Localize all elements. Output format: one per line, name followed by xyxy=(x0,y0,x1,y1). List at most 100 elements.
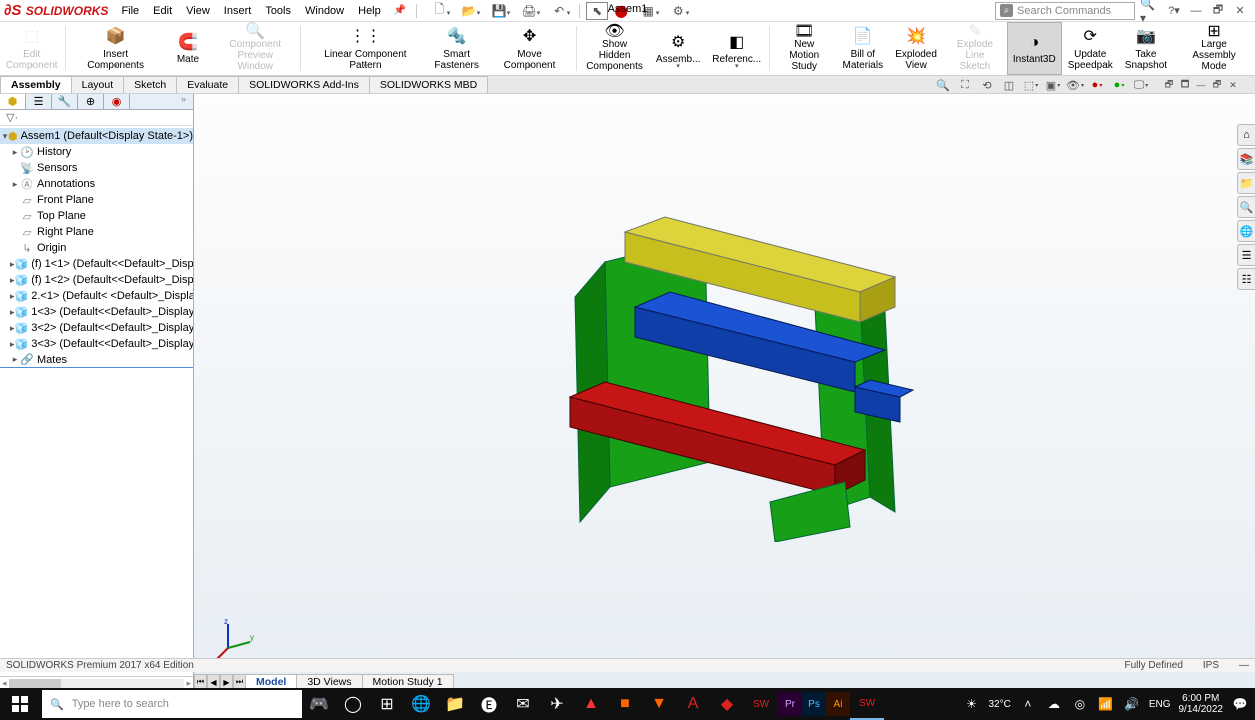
search-input[interactable]: 🔍 Type here to search xyxy=(42,690,302,718)
qt-print-icon[interactable]: 🖨 xyxy=(515,2,543,20)
tray-notifications-icon[interactable]: 💬 xyxy=(1231,697,1249,711)
tb-office-icon[interactable]: ■ xyxy=(608,688,642,720)
ribbon-large-assembly-mode[interactable]: ⊞Large AssemblyMode xyxy=(1173,22,1255,75)
tb-mail-icon[interactable]: ✉ xyxy=(506,688,540,720)
tree-item[interactable]: ▸🔗Mates xyxy=(0,352,193,368)
child-restore-icon[interactable]: 🗗 xyxy=(1161,77,1177,93)
tree-item[interactable]: 📡Sensors xyxy=(0,160,193,176)
child-min-icon[interactable]: — xyxy=(1193,77,1209,93)
tb-autocad-icon[interactable]: A xyxy=(676,688,710,720)
tray-clock[interactable]: 6:00 PM 9/14/2022 xyxy=(1179,693,1224,715)
ribbon-instant3d[interactable]: ◑Instant3D xyxy=(1007,22,1062,75)
cm-tab-layout[interactable]: Layout xyxy=(71,76,125,93)
child-max-icon[interactable]: 🗖 xyxy=(1177,77,1193,93)
tb-premiere-icon[interactable]: Pr xyxy=(778,692,802,716)
ribbon-referenc-[interactable]: ◧Referenc... xyxy=(706,22,767,75)
tb-sketchup-icon[interactable]: ◆ xyxy=(710,688,744,720)
cm-tab-assembly[interactable]: Assembly xyxy=(0,76,72,93)
qt-new-icon[interactable]: 🗋 xyxy=(425,2,453,20)
tp-appearances-icon[interactable]: ☰ xyxy=(1237,244,1255,266)
tb-games-icon[interactable]: 🎮 xyxy=(302,688,336,720)
menu-file[interactable]: File xyxy=(114,3,146,19)
tree-item[interactable]: ▸🧊(f) 1<2> (Default<<Default>_Display xyxy=(0,272,193,288)
tree-item[interactable]: ▸🧊2.<1> (Default< <Default>_Display S xyxy=(0,288,193,304)
tray-up-icon[interactable]: ˄ xyxy=(1019,697,1037,711)
qt-save-icon[interactable]: 💾 xyxy=(485,2,513,20)
cm-tab-sketch[interactable]: Sketch xyxy=(123,76,177,93)
hu-scene-icon[interactable]: ● xyxy=(1109,77,1129,93)
ribbon-update-speedpak[interactable]: ⟳UpdateSpeedpak xyxy=(1062,22,1119,75)
menu-view[interactable]: View xyxy=(179,3,217,19)
tree-item[interactable]: ▱Top Plane xyxy=(0,208,193,224)
tree-item[interactable]: ▸🧊3<2> (Default<<Default>_Display St xyxy=(0,320,193,336)
tree-tab-dim[interactable]: ⊕ xyxy=(78,94,104,109)
hu-display-style-icon[interactable]: ▣ xyxy=(1043,77,1063,93)
menu-edit[interactable]: Edit xyxy=(146,3,179,19)
tp-custom-props-icon[interactable]: ☷ xyxy=(1237,268,1255,290)
tray-lang[interactable]: ENG xyxy=(1149,699,1171,710)
tray-weather-icon[interactable]: ☀ xyxy=(962,697,980,711)
search-flyout-icon[interactable]: 🔍▾ xyxy=(1139,2,1161,20)
cm-tab-solidworks-add-ins[interactable]: SOLIDWORKS Add-Ins xyxy=(238,76,370,93)
ribbon-linear-component-pattern[interactable]: ⋮⋮Linear Component Pattern xyxy=(302,22,428,75)
hu-view-settings-icon[interactable]: 🖵 xyxy=(1131,77,1151,93)
tree-item[interactable]: ↳Origin xyxy=(0,240,193,256)
graphics-viewport[interactable]: z y x ⏮ ◀ ▶ ⏭ Model3D ViewsMotion Study … xyxy=(194,94,1255,690)
tree-item[interactable]: ▸ⒶAnnotations xyxy=(0,176,193,192)
hu-hide-show-icon[interactable]: 👁 xyxy=(1065,77,1085,93)
ribbon-smart-fasteners[interactable]: 🔩SmartFasteners xyxy=(428,22,484,75)
tree-filter-icon[interactable]: ▽· xyxy=(0,110,193,126)
menu-insert[interactable]: Insert xyxy=(217,3,259,19)
hu-zoom-area-icon[interactable]: ⛶ xyxy=(955,77,975,93)
tb-telegram-icon[interactable]: ✈ xyxy=(540,688,574,720)
ribbon-bill-of-materials[interactable]: 📄Bill ofMaterials xyxy=(836,22,889,75)
ribbon-new-motion-study[interactable]: 🎞New MotionStudy xyxy=(772,22,836,75)
tree-item[interactable]: ▱Front Plane xyxy=(0,192,193,208)
hu-prev-view-icon[interactable]: ⟲ xyxy=(977,77,997,93)
tb-acrobat-icon[interactable]: ▲ xyxy=(574,688,608,720)
close-button[interactable]: ✕ xyxy=(1231,3,1249,19)
cm-tab-evaluate[interactable]: Evaluate xyxy=(176,76,239,93)
tb-vlc-icon[interactable]: ▼ xyxy=(642,688,676,720)
tray-onedrive-icon[interactable]: ☁ xyxy=(1045,697,1063,711)
search-commands-input[interactable]: ⌕ Search Commands xyxy=(995,2,1135,20)
tp-home-icon[interactable]: ⌂ xyxy=(1237,124,1255,146)
tree-item[interactable]: ▸🧊3<3> (Default<<Default>_Display St xyxy=(0,336,193,352)
hu-view-orient-icon[interactable]: ⬚ xyxy=(1021,77,1041,93)
child-close-icon[interactable]: ✕ xyxy=(1225,77,1241,93)
ribbon-mate[interactable]: 🧲Mate xyxy=(163,22,213,75)
qt-select-icon[interactable]: ⬉ xyxy=(586,2,608,20)
ribbon-insert-components[interactable]: 📦Insert Components xyxy=(68,22,163,75)
hu-appearance-icon[interactable]: ● xyxy=(1087,77,1107,93)
tray-temp[interactable]: 32°C xyxy=(988,699,1010,710)
menu-window[interactable]: Window xyxy=(298,3,351,19)
tray-location-icon[interactable]: ◎ xyxy=(1071,697,1089,711)
tree-collapse-icon[interactable]: » xyxy=(181,94,193,109)
tree-tab-property[interactable]: ☰ xyxy=(26,94,52,109)
tray-wifi-icon[interactable]: 📶 xyxy=(1097,697,1115,711)
tb-explorer-icon[interactable]: 📁 xyxy=(438,688,472,720)
tb-solidworks-icon[interactable]: SW xyxy=(850,688,884,720)
tp-library-icon[interactable]: 📁 xyxy=(1237,172,1255,194)
tp-resources-icon[interactable]: 📚 xyxy=(1237,148,1255,170)
qt-settings-icon[interactable]: ⚙ xyxy=(664,2,692,20)
tp-view-palette-icon[interactable]: 🌐 xyxy=(1237,220,1255,242)
tree-root[interactable]: ▾⬢ Assem1 (Default<Display State-1>) xyxy=(0,128,193,144)
status-extras[interactable]: — xyxy=(1239,660,1249,671)
hu-zoom-fit-icon[interactable]: 🔍 xyxy=(933,77,953,93)
tb-cortana-icon[interactable]: ◯ xyxy=(336,688,370,720)
hu-section-icon[interactable]: ◫ xyxy=(999,77,1019,93)
tree-tab-display[interactable]: ◉ xyxy=(104,94,130,109)
pin-icon[interactable]: 📌 xyxy=(388,5,412,16)
tb-sw2-icon[interactable]: SW xyxy=(744,688,778,720)
cm-tab-solidworks-mbd[interactable]: SOLIDWORKS MBD xyxy=(369,76,488,93)
tray-volume-icon[interactable]: 🔊 xyxy=(1123,697,1141,711)
ribbon-take-snapshot[interactable]: 📷TakeSnapshot xyxy=(1119,22,1173,75)
menu-tools[interactable]: Tools xyxy=(258,3,298,19)
tb-photoshop-icon[interactable]: Ps xyxy=(802,692,826,716)
child-cascade-icon[interactable]: 🗗 xyxy=(1209,77,1225,93)
ribbon-show-hidden-components[interactable]: 👁Show HiddenComponents xyxy=(579,22,650,75)
tb-chrome-icon[interactable]: 🌐 xyxy=(404,688,438,720)
tb-illustrator-icon[interactable]: Ai xyxy=(826,692,850,716)
ribbon-move-component[interactable]: ✥Move Component xyxy=(485,22,574,75)
